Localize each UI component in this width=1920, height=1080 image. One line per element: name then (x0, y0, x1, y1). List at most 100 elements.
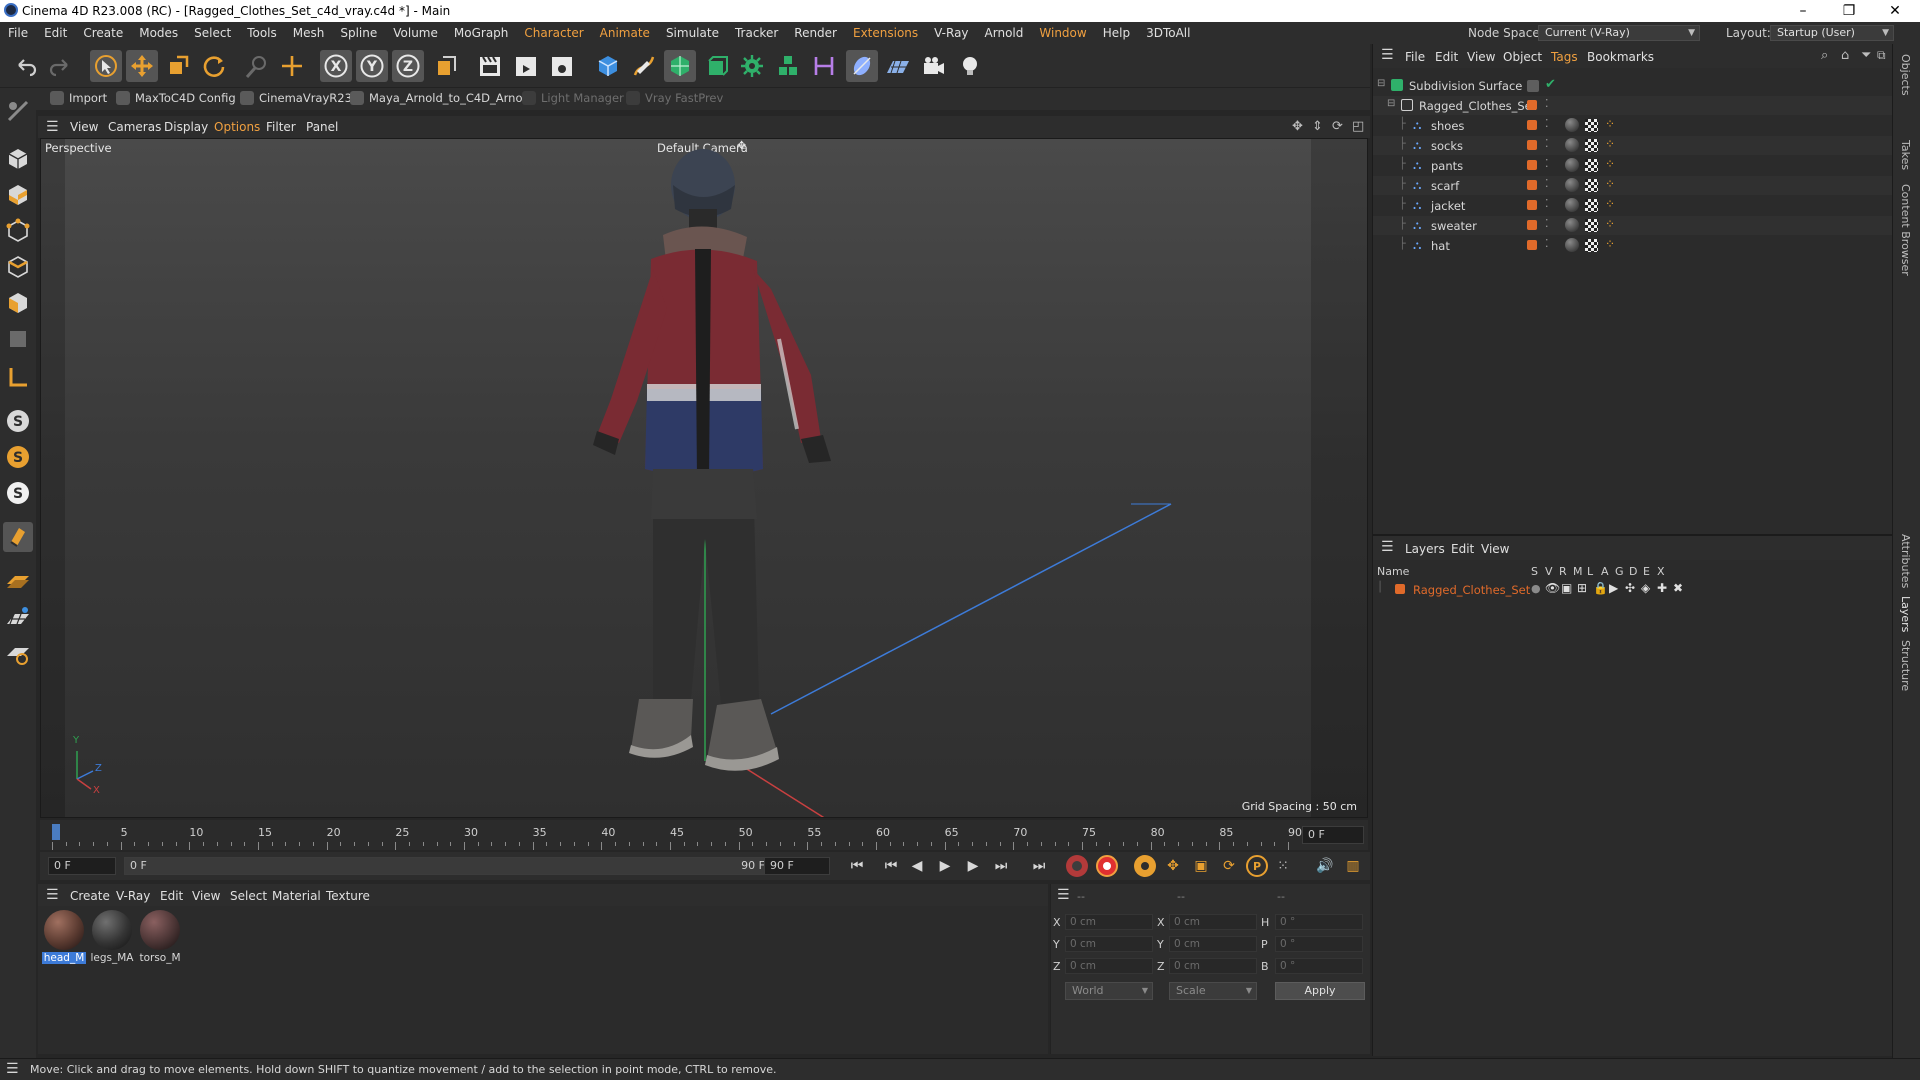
viewport-menu-filter[interactable]: Filter (266, 120, 296, 134)
timeline-playhead[interactable] (52, 824, 60, 840)
home-icon[interactable]: ⌂ (1841, 48, 1849, 63)
menu-window[interactable]: Window (1031, 22, 1094, 44)
coordinate-system-button[interactable] (430, 50, 462, 82)
field-button[interactable] (846, 50, 878, 82)
object-row-ragged-clothes-set[interactable]: ⊟ Ragged_Clothes_Set ⁚ (1373, 96, 1893, 115)
menu-volume[interactable]: Volume (385, 22, 446, 44)
material-menu-vray[interactable]: V-Ray (116, 889, 150, 903)
viewport-maximize-icon[interactable]: ◰ (1352, 119, 1364, 134)
workplane-button[interactable] (3, 566, 33, 596)
scale-tool-button[interactable] (162, 50, 194, 82)
menu-modes[interactable]: Modes (131, 22, 186, 44)
menu-mograph[interactable]: MoGraph (446, 22, 517, 44)
polygons-mode-button[interactable] (3, 288, 33, 318)
previous-frame-button[interactable]: ◀ (906, 856, 928, 876)
menu-character[interactable]: Character (516, 22, 591, 44)
object-row-jacket[interactable]: ├ ⛬ jacket ⁚ ⁘ (1373, 196, 1893, 215)
redo-button[interactable] (44, 50, 76, 82)
material-tag-icon[interactable] (1565, 138, 1579, 152)
viewport-zoom-icon[interactable]: ⇕ (1312, 119, 1323, 134)
rot-h-field[interactable]: 0 ° (1275, 914, 1363, 930)
current-frame-field[interactable]: 0 F (1302, 826, 1364, 844)
locked-workplane-button[interactable] (3, 522, 33, 552)
layer-manager-icon[interactable]: ⊞ (1577, 581, 1587, 595)
maya-arnold-button[interactable]: Maya_Arnold_to_C4D_Arnold (350, 91, 533, 105)
menu-extensions[interactable]: Extensions (845, 22, 926, 44)
layer-expressions-icon[interactable]: ✚ (1657, 581, 1667, 595)
menu-spline[interactable]: Spline (332, 22, 385, 44)
object-row-subdivision-surface[interactable]: ⊟ Subdivision Surface ✔ (1373, 76, 1893, 95)
render-view-button[interactable] (474, 50, 506, 82)
visibility-dots-icon[interactable]: ⁚ (1545, 197, 1549, 210)
object-menu-bookmarks[interactable]: Bookmarks (1587, 50, 1654, 64)
layer-row[interactable]: │ Ragged_Clothes_Set ● 👁 ▣ ⊞ 🔒 ▶ ✣ ◈ ✚ ✖ (1373, 580, 1893, 599)
layer-column-l[interactable]: L (1587, 565, 1593, 578)
preview-range-slider[interactable]: 0 F 90 F (124, 857, 782, 875)
workplane-rotate-button[interactable] (3, 638, 33, 668)
layer-lock-icon[interactable]: 🔒 (1593, 581, 1608, 595)
layer-color-swatch[interactable] (1395, 584, 1405, 594)
visibility-dots-icon[interactable]: ⁚ (1545, 217, 1549, 230)
layer-column-e[interactable]: E (1643, 565, 1650, 578)
new-window-icon[interactable]: ⧉ (1877, 48, 1886, 63)
layer-column-g[interactable]: G (1615, 565, 1624, 578)
render-to-picture-viewer-button[interactable] (510, 50, 542, 82)
viewport-menu-view[interactable]: View (70, 120, 98, 134)
layer-menu-view[interactable]: View (1481, 542, 1509, 556)
autokeying-button[interactable] (1096, 855, 1118, 877)
quantize-button[interactable]: S (3, 478, 33, 508)
keyframe-selection-button[interactable] (1134, 855, 1156, 877)
live-selection-button[interactable] (90, 50, 122, 82)
camera-button[interactable] (918, 50, 950, 82)
viewport-menu-cameras[interactable]: Cameras (108, 120, 161, 134)
side-tab-takes[interactable]: Takes (1899, 140, 1912, 170)
menu-simulate[interactable]: Simulate (658, 22, 727, 44)
subdivision-surface-button[interactable] (664, 50, 696, 82)
layer-column-name[interactable]: Name (1377, 565, 1409, 578)
visibility-dots-icon[interactable]: ⁚ (1545, 177, 1549, 190)
menu-tools[interactable]: Tools (239, 22, 285, 44)
object-row-hat[interactable]: ├ ⛬ hat ⁚ ⁘ (1373, 236, 1893, 255)
z-axis-lock-button[interactable]: Z (392, 50, 424, 82)
menu-select[interactable]: Select (186, 22, 239, 44)
side-tab-structure[interactable]: Structure (1899, 640, 1912, 691)
visibility-dots-icon[interactable]: ⁚ (1545, 237, 1549, 250)
menu-help[interactable]: Help (1095, 22, 1138, 44)
point-level-key-button[interactable]: ⁙ (1272, 856, 1294, 876)
phong-tag-icon[interactable]: ⁘ (1605, 197, 1615, 211)
side-tab-layers[interactable]: Layers (1899, 596, 1912, 632)
object-menu-object[interactable]: Object (1503, 50, 1542, 64)
floor-button[interactable] (882, 50, 914, 82)
filter-icon[interactable]: ⏷ (1861, 48, 1871, 63)
phong-tag-icon[interactable]: ⁘ (1605, 117, 1615, 131)
uvw-tag-icon[interactable] (1585, 139, 1598, 152)
start-frame-field[interactable]: 0 F (48, 857, 116, 875)
layer-render-icon[interactable]: ▣ (1561, 581, 1572, 595)
minimize-button[interactable]: – (1780, 0, 1826, 22)
size-mode-dropdown[interactable]: Scale ▼ (1169, 982, 1257, 1000)
search-icon[interactable]: ⌕ (1821, 48, 1828, 63)
3d-viewport[interactable]: Perspective Default Camera ✥ Grid Spacin… (40, 138, 1368, 818)
parameter-key-button[interactable]: P (1246, 855, 1268, 877)
visibility-dots-icon[interactable]: ⁚ (1545, 117, 1549, 130)
object-menu-icon[interactable]: ☰ (1381, 47, 1394, 63)
object-menu-file[interactable]: File (1405, 50, 1425, 64)
undo-button[interactable] (10, 50, 42, 82)
object-menu-edit[interactable]: Edit (1435, 50, 1458, 64)
end-frame-field[interactable]: 90 F (764, 857, 830, 875)
material-menu-edit[interactable]: Edit (160, 889, 183, 903)
restore-button[interactable]: ❐ (1826, 0, 1872, 22)
material-menu-create[interactable]: Create (70, 889, 110, 903)
material-tag-icon[interactable] (1565, 158, 1579, 172)
uvw-tag-icon[interactable] (1585, 239, 1598, 252)
material-menu-icon[interactable]: ☰ (46, 887, 59, 903)
import-plugin-button[interactable]: Import (50, 91, 107, 105)
snap-button[interactable]: S (3, 406, 33, 436)
vray-fastprev-button[interactable]: Vray FastPrev (626, 91, 723, 105)
timeline-ruler[interactable]: 051015202530354045505560657075808590 0 F (40, 820, 1368, 850)
position-key-button[interactable]: ✥ (1162, 856, 1184, 876)
material-tag-icon[interactable] (1565, 198, 1579, 212)
go-to-end-button[interactable]: ⏭ (1028, 856, 1050, 876)
model-mode-button[interactable] (3, 144, 33, 174)
maxtoc4d-config-button[interactable]: MaxToC4D Config (116, 91, 236, 105)
